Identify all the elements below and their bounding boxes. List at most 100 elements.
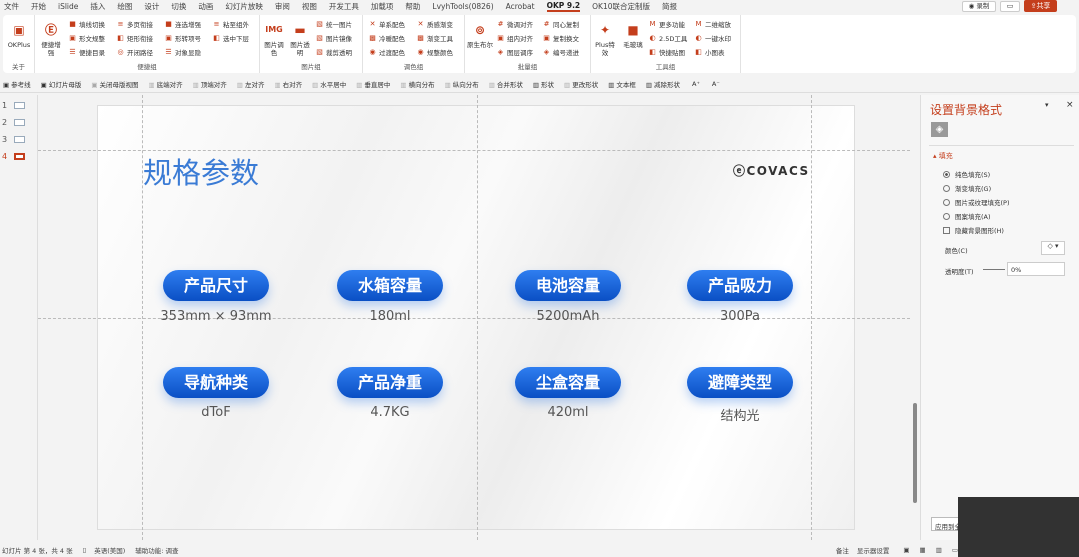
- tab-16[interactable]: OKP 9.2: [546, 1, 581, 12]
- ribbon-item[interactable]: ◉ 规整颜色: [417, 47, 453, 57]
- ribbon-item[interactable]: ≡ 粘至组外: [213, 19, 249, 29]
- toolbar-button[interactable]: ▥ 水平居中: [312, 79, 346, 89]
- ribbon-item[interactable]: ◐ 2.5D工具: [649, 33, 687, 43]
- ribbon-item[interactable]: ◉ 过渡配色: [369, 47, 405, 57]
- comment-icon[interactable]: ▭: [1000, 1, 1020, 12]
- fill-option-radio[interactable]: 纯色填充(S): [943, 169, 990, 179]
- ribbon-item[interactable]: ▩ 冷暖配色: [369, 33, 405, 43]
- ribbon-item[interactable]: ◈ 编号递进: [543, 47, 579, 57]
- scroll-thumb[interactable]: [913, 403, 917, 503]
- toolbar-button[interactable]: ▥ 垂直居中: [356, 79, 390, 89]
- tab-13[interactable]: 帮助: [405, 1, 420, 12]
- okplus-button[interactable]: ▣ OKPlus: [5, 21, 33, 49]
- spec-value[interactable]: 5200mAh: [488, 309, 648, 324]
- sorter-view-icon[interactable]: ▦: [920, 546, 926, 554]
- tab-3[interactable]: 插入: [90, 1, 105, 12]
- ribbon-item[interactable]: ▣ 组内对齐: [497, 33, 533, 43]
- toolbar-button[interactable]: ▥ 底端对齐: [148, 79, 182, 89]
- reading-view-icon[interactable]: ▥: [936, 546, 942, 554]
- toolbar-button[interactable]: ▥ 合并形状: [489, 79, 523, 89]
- tab-6[interactable]: 切换: [171, 1, 186, 12]
- toolbar-button[interactable]: ▥ 更改形状: [564, 79, 598, 89]
- toolbar-button[interactable]: A⁺: [690, 80, 700, 88]
- ribbon-item[interactable]: M 二维缩放: [695, 19, 731, 29]
- ecovacs-logo[interactable]: ⓔCOVACS: [733, 162, 810, 179]
- tab-10[interactable]: 视图: [302, 1, 317, 12]
- image-transparent-button[interactable]: ▬ 图片透明: [288, 21, 312, 57]
- tab-18[interactable]: 简报: [662, 1, 677, 12]
- toolbar-button[interactable]: ▥ 减除形状: [646, 79, 680, 89]
- toolbar-button[interactable]: ▥ 右对齐: [274, 79, 302, 89]
- tab-4[interactable]: 绘图: [117, 1, 132, 12]
- spec-value[interactable]: 结构光: [660, 405, 820, 424]
- spec-label-pill[interactable]: 水箱容量: [337, 270, 443, 301]
- slide-thumbnail[interactable]: 1: [2, 101, 25, 110]
- toolbar-button[interactable]: ▥ 纵向分布: [445, 79, 479, 89]
- toolbar-button[interactable]: ▣ 参考线: [3, 79, 31, 89]
- pane-menu-icon[interactable]: ▾: [1045, 101, 1049, 109]
- plus-effects-button[interactable]: ✦ Plus特效: [593, 21, 617, 57]
- ribbon-item[interactable]: ◧ 矩形衔接: [117, 33, 153, 43]
- ribbon-item[interactable]: ◎ 开闭路径: [117, 47, 153, 57]
- spec-value[interactable]: 180ml: [310, 309, 470, 324]
- ribbon-item[interactable]: ▣ 形转项号: [165, 33, 201, 43]
- spec-value[interactable]: dToF: [136, 405, 296, 420]
- fill-icon[interactable]: ◈: [931, 122, 948, 137]
- quick-enhance-button[interactable]: Ⓔ 便捷增强: [39, 21, 63, 57]
- toolbar-button[interactable]: ▥ 左对齐: [237, 79, 265, 89]
- spec-label-pill[interactable]: 产品吸力: [687, 270, 793, 301]
- toolbar-button[interactable]: A⁻: [710, 80, 720, 88]
- toolbar-button[interactable]: ▣ 幻灯片母版: [41, 79, 82, 89]
- ribbon-item[interactable]: ✕ 质感渐变: [417, 19, 453, 29]
- ribbon-item[interactable]: ▣ 复制换文: [543, 33, 579, 43]
- ribbon-item[interactable]: ▧ 图片镜像: [316, 33, 352, 43]
- tab-12[interactable]: 加载项: [371, 1, 394, 12]
- spec-value[interactable]: 420ml: [488, 405, 648, 420]
- image-tone-button[interactable]: IMG 图片调色: [262, 21, 286, 57]
- ribbon-item[interactable]: ▣ 形文规整: [69, 33, 105, 43]
- ribbon-item[interactable]: ▧ 统一图片: [316, 19, 352, 29]
- toolbar-button[interactable]: ▥ 横向分布: [400, 79, 434, 89]
- tab-17[interactable]: OK10联合定制版: [592, 1, 650, 12]
- tab-14[interactable]: LvyhTools(0826): [432, 2, 493, 11]
- tab-7[interactable]: 动画: [198, 1, 213, 12]
- color-picker[interactable]: ◇ ▾: [1041, 241, 1065, 255]
- toolbar-button[interactable]: ▥ 文本框: [608, 79, 636, 89]
- spellcheck-icon[interactable]: ▯: [83, 546, 87, 554]
- ribbon-item[interactable]: ✕ 单系配色: [369, 19, 405, 29]
- display-settings-button[interactable]: 显示器设置: [857, 545, 890, 555]
- normal-view-icon[interactable]: ▣: [903, 546, 909, 554]
- tab-2[interactable]: iSlide: [58, 2, 78, 11]
- ribbon-item[interactable]: ☰ 对象显隐: [165, 47, 201, 57]
- ribbon-item[interactable]: ◐ 一键水印: [695, 33, 731, 43]
- spec-value[interactable]: 353mm × 93mm: [136, 309, 296, 324]
- spec-label-pill[interactable]: 导航种类: [163, 367, 269, 398]
- ribbon-item[interactable]: ▧ 裁剪透明: [316, 47, 352, 57]
- tab-5[interactable]: 设计: [144, 1, 159, 12]
- slide-thumbnail[interactable]: 2: [2, 118, 25, 127]
- transparency-input[interactable]: 0%: [1007, 262, 1065, 276]
- spec-label-pill[interactable]: 产品尺寸: [163, 270, 269, 301]
- ribbon-item[interactable]: ◧ 选中下层: [213, 33, 249, 43]
- ribbon-item[interactable]: ☰ 便捷目录: [69, 47, 105, 57]
- fill-option-radio[interactable]: 图片或纹理填充(P): [943, 197, 1010, 207]
- spec-label-pill[interactable]: 产品净重: [337, 367, 443, 398]
- slide-thumbnail[interactable]: 4: [2, 152, 25, 161]
- tab-9[interactable]: 审阅: [275, 1, 290, 12]
- ribbon-item[interactable]: ■ 填线切换: [69, 19, 105, 29]
- spec-value[interactable]: 300Pa: [660, 309, 820, 324]
- boolean-button[interactable]: ⊚ 原生布尔: [467, 21, 493, 49]
- ribbon-item[interactable]: ■ 连选增强: [165, 19, 201, 29]
- slide-title[interactable]: 规格参数: [143, 150, 259, 192]
- language[interactable]: 英语(美国): [94, 545, 125, 555]
- tab-8[interactable]: 幻灯片放映: [225, 1, 263, 12]
- spec-label-pill[interactable]: 尘盒容量: [515, 367, 621, 398]
- tab-15[interactable]: Acrobat: [506, 2, 535, 11]
- ribbon-item[interactable]: ◧ 小图表: [695, 47, 724, 57]
- tab-11[interactable]: 开发工具: [329, 1, 359, 12]
- slide-thumbnail[interactable]: 3: [2, 135, 25, 144]
- ribbon-item[interactable]: ≡ 多页衔接: [117, 19, 153, 29]
- share-button[interactable]: ⇪共享: [1024, 0, 1057, 12]
- fill-option-radio[interactable]: 图案填充(A): [943, 211, 991, 221]
- record-button[interactable]: ◉ 录制: [962, 1, 996, 12]
